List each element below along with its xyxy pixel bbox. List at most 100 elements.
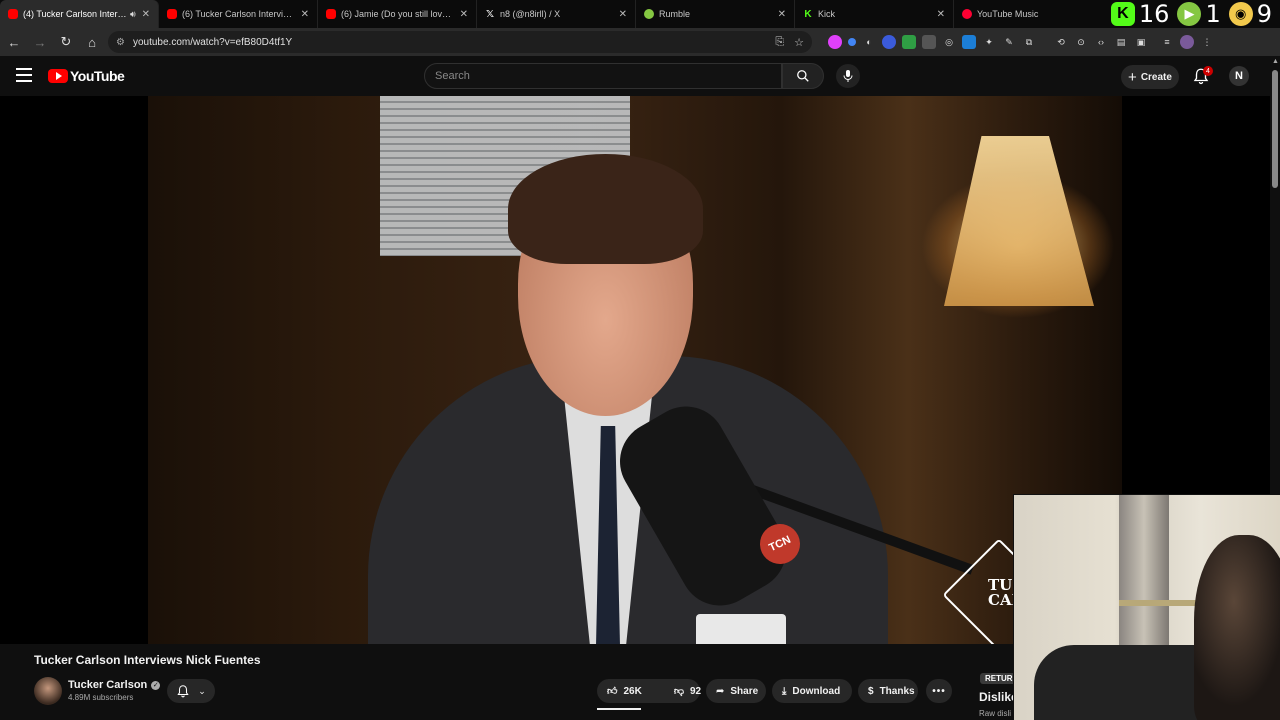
dislike-count: 92	[689, 685, 702, 697]
extension-icon[interactable]: ◐	[862, 35, 876, 49]
extension-icon[interactable]	[902, 35, 916, 49]
tab-title: (6) Jamie (Do you still love me?	[341, 9, 454, 19]
rumble-counter: 1	[1205, 0, 1221, 28]
extension-icon[interactable]: ▣	[1134, 35, 1148, 49]
webcam-overlay	[1013, 494, 1280, 720]
tab-title: (4) Tucker Carlson Intervie	[23, 9, 127, 19]
thanks-icon: $	[868, 685, 874, 697]
media-icon[interactable]: ≡	[1160, 35, 1174, 49]
tab-title: n8 (@n8irll) / X	[500, 9, 561, 19]
tab-jamie[interactable]: (6) Jamie (Do you still love me? ✕	[318, 0, 477, 28]
youtube-masthead: YouTube + Create N	[0, 56, 1280, 96]
history-icon[interactable]: ⟲	[1054, 35, 1068, 49]
close-icon[interactable]: ✕	[142, 9, 150, 20]
rumble-icon[interactable]: ▶	[1177, 2, 1202, 26]
guest-hair	[508, 154, 703, 264]
share-label: Share	[730, 685, 759, 697]
tab-x-n8[interactable]: 𝕏 n8 (@n8irll) / X ✕	[477, 0, 636, 28]
close-icon[interactable]: ✕	[301, 9, 309, 20]
kick-counter: 16	[1138, 0, 1170, 28]
menu-icon[interactable]	[16, 68, 32, 82]
speaker-icon[interactable]: 🔊︎	[130, 9, 136, 20]
plus-icon: +	[1128, 68, 1137, 86]
download-icon: ⤓	[782, 685, 787, 697]
like-count: 26K	[623, 685, 642, 697]
download-label: Download	[792, 685, 841, 697]
like-dislike-group: 👍︎ 26K 👎︎ 92	[597, 679, 701, 703]
extension-icon[interactable]: ✦	[982, 35, 996, 49]
channel-name-row[interactable]: Tucker Carlson ✓	[68, 679, 161, 691]
scrollbar-thumb[interactable]	[1272, 70, 1278, 188]
site-info-icon[interactable]: ⚙	[116, 37, 125, 48]
dislike-button[interactable]: 👎︎ 92	[664, 679, 711, 703]
tab-tucker-carlson-2[interactable]: (6) Tucker Carlson Interviews N ✕	[159, 0, 318, 28]
close-icon[interactable]: ✕	[778, 9, 786, 20]
extension-icon[interactable]: ✎	[1002, 35, 1016, 49]
thanks-button[interactable]: $ Thanks	[858, 679, 918, 703]
profile-icon[interactable]	[1180, 35, 1194, 49]
tab-title: Kick	[818, 9, 836, 19]
install-icon[interactable]: ⎘	[775, 36, 784, 49]
scroll-up-arrow-icon[interactable]: ▲	[1272, 58, 1279, 65]
extension-icon[interactable]	[828, 35, 842, 49]
extension-icon[interactable]	[922, 35, 936, 49]
extension-icon[interactable]: ⊙	[1074, 35, 1088, 49]
bell-icon	[177, 685, 189, 698]
home-icon[interactable]: ⌂	[80, 30, 104, 54]
glasses-icon[interactable]: ◉	[1228, 2, 1253, 26]
tab-kick[interactable]: K Kick ✕	[795, 0, 954, 28]
forward-icon[interactable]: →	[28, 30, 52, 54]
puzzle-icon[interactable]: ⧉	[1022, 35, 1036, 49]
extension-icon[interactable]	[848, 38, 856, 46]
address-bar[interactable]: ⚙ youtube.com/watch?v=efB80D4tf1Y ⎘ ☆	[108, 31, 812, 53]
account-avatar[interactable]: N	[1229, 66, 1249, 86]
video-frame[interactable]: TCN TU CAI	[148, 96, 1122, 644]
download-button[interactable]: ⤓ Download	[772, 679, 852, 703]
live-counters: K 16 ▶ 1 ◉ 9	[1110, 0, 1280, 28]
channel-avatar[interactable]	[34, 677, 62, 705]
share-button[interactable]: ➦ Share	[706, 679, 766, 703]
like-button[interactable]: 👍︎ 26K	[597, 679, 652, 703]
code-icon[interactable]: ‹›	[1094, 35, 1108, 49]
voice-search-button[interactable]	[836, 64, 860, 88]
kick-icon[interactable]: K	[1110, 2, 1135, 26]
close-icon[interactable]: ✕	[937, 9, 945, 20]
webcam-streamer	[1194, 535, 1280, 720]
search-button[interactable]	[782, 63, 824, 89]
lamp	[944, 136, 1094, 306]
extension-icon[interactable]	[882, 35, 896, 49]
return-dislike-title[interactable]: Dislike	[979, 690, 1018, 704]
thanks-label: Thanks	[879, 685, 915, 697]
more-icon: •••	[932, 685, 946, 697]
reload-icon[interactable]: ↻	[54, 30, 78, 54]
extension-icon[interactable]: ▤	[1114, 35, 1128, 49]
tab-title: Rumble	[659, 9, 691, 19]
channel-name[interactable]: Tucker Carlson	[68, 679, 147, 691]
youtube-play-icon	[48, 69, 68, 83]
tab-youtube-music[interactable]: YouTube Music	[954, 0, 1113, 28]
search-input[interactable]	[435, 70, 781, 82]
tab-tucker-carlson-1[interactable]: (4) Tucker Carlson Intervie 🔊︎ ✕	[0, 0, 159, 28]
youtube-icon	[8, 9, 18, 19]
thumbs-down-icon: 👎︎	[673, 686, 684, 697]
kick-icon: K	[804, 8, 812, 20]
url-text[interactable]: youtube.com/watch?v=efB80D4tf1Y	[133, 37, 765, 48]
bookmark-star-icon[interactable]: ☆	[794, 36, 804, 49]
tab-rumble[interactable]: Rumble ✕	[636, 0, 795, 28]
youtube-wordmark: YouTube	[70, 68, 125, 84]
close-icon[interactable]: ✕	[460, 9, 468, 20]
create-button[interactable]: + Create	[1121, 65, 1179, 89]
back-icon[interactable]: ←	[2, 30, 26, 54]
menu-kebab-icon[interactable]: ⋮	[1200, 35, 1214, 49]
extension-icon[interactable]	[962, 35, 976, 49]
tab-title: (6) Tucker Carlson Interviews N	[182, 9, 295, 19]
search-box	[424, 63, 782, 89]
more-actions-button[interactable]: •••	[926, 679, 952, 703]
third-counter: 9	[1256, 0, 1272, 28]
search-icon	[797, 70, 809, 82]
microphone-icon	[843, 70, 853, 82]
youtube-logo[interactable]: YouTube	[48, 68, 125, 84]
close-icon[interactable]: ✕	[619, 9, 627, 20]
extension-icon[interactable]: ◎	[942, 35, 956, 49]
subscription-notification-button[interactable]: ⌄	[167, 679, 215, 703]
